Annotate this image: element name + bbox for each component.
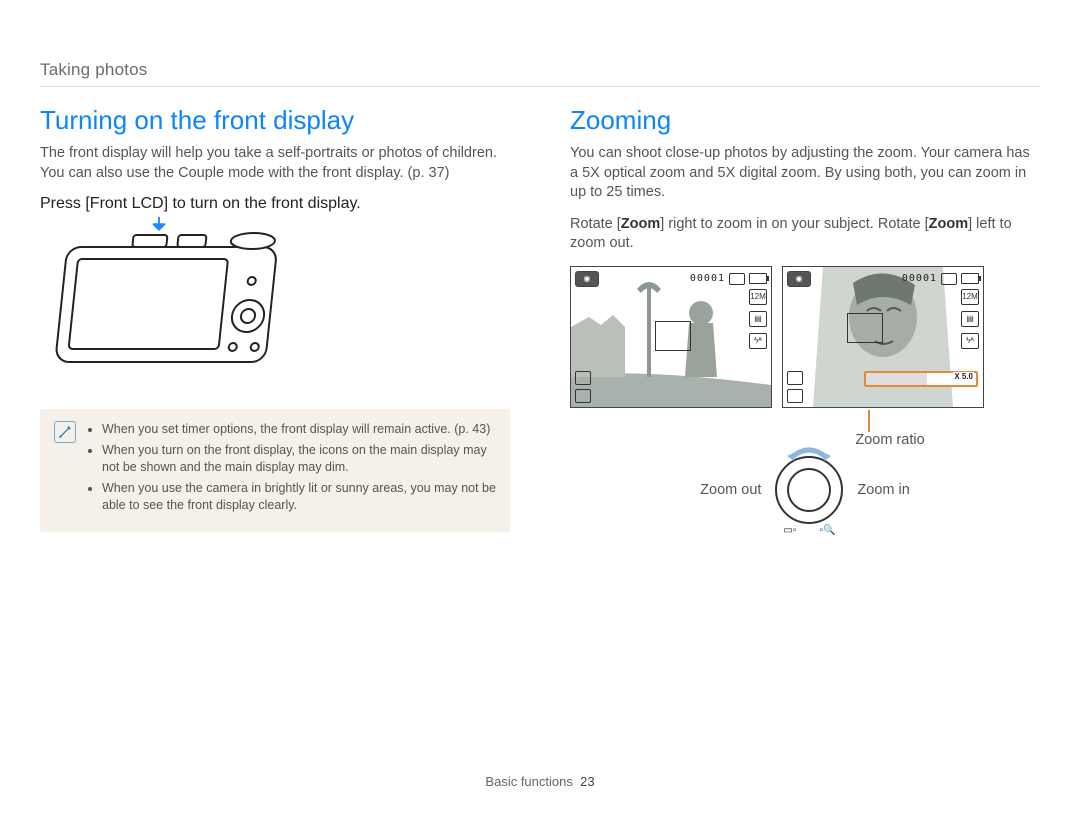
left-column: Turning on the front display The front d… — [40, 105, 510, 532]
zoom-dial-group: Zoom out ▭▫ ▫🔍 Zoom in — [570, 456, 1040, 524]
arrow-down-icon — [148, 215, 170, 237]
callout-line — [868, 410, 870, 432]
text: ] right to zoom in on your subject. Rota… — [660, 216, 928, 232]
note-item: When you turn on the front display, the … — [102, 442, 496, 476]
front-display-intro: The front display will help you take a s… — [40, 144, 510, 183]
breadcrumb: Taking photos — [40, 60, 1040, 87]
page-footer: Basic functions 23 — [0, 774, 1080, 789]
storage-icon — [729, 273, 745, 285]
footer-section: Basic functions — [485, 774, 572, 789]
stabilizer-icon — [787, 389, 803, 403]
lcd-topbar: ◉ 00001 — [783, 271, 983, 287]
zoom-bar: X 5.0 — [864, 371, 978, 387]
focus-box — [847, 313, 883, 343]
quality-icon: ▤ — [961, 311, 979, 327]
note-box: When you set timer options, the front di… — [40, 409, 510, 531]
lcd-topbar: ◉ 00001 — [571, 271, 771, 287]
quality-icon: ▤ — [749, 311, 767, 327]
face-detect-icon — [575, 371, 591, 385]
text: Rotate [ — [570, 216, 621, 232]
frame-counter: 00001 — [690, 273, 725, 284]
dial-arrows-icon — [785, 444, 833, 462]
lcd-bottom-icons — [787, 371, 803, 403]
camera-mode-icon: ◉ — [787, 271, 811, 287]
zoom-keyword: Zoom — [929, 216, 968, 232]
zoom-value-label: X 5.0 — [953, 372, 974, 381]
resolution-icon: 12M — [961, 289, 979, 305]
zoom-rotate-instruction: Rotate [Zoom] right to zoom in on your s… — [570, 215, 1040, 254]
zoom-keyword: Zoom — [621, 216, 660, 232]
note-icon — [54, 421, 76, 443]
zoom-in-label: Zoom in — [857, 482, 909, 498]
lcd-previews: ◉ 00001 12M ▤ ϟᴬ — [570, 266, 1040, 408]
camera-svg — [40, 221, 300, 391]
front-display-step: Press [Front LCD] to turn on the front d… — [40, 195, 510, 213]
lcd-preview-wide: ◉ 00001 12M ▤ ϟᴬ — [570, 266, 772, 408]
zoom-dial: ▭▫ ▫🔍 — [775, 456, 843, 524]
camera-illustration — [40, 221, 300, 391]
battery-icon — [961, 273, 979, 284]
lcd-bottom-icons — [575, 371, 591, 403]
face-detect-icon — [787, 371, 803, 385]
lcd-side-icons: 12M ▤ ϟᴬ — [749, 289, 767, 349]
note-item: When you use the camera in brightly lit … — [102, 480, 496, 514]
page-number: 23 — [580, 774, 594, 789]
page: Taking photos Turning on the front displ… — [0, 0, 1080, 815]
zoom-intro: You can shoot close-up photos by adjusti… — [570, 144, 1040, 203]
section-heading-front-display: Turning on the front display — [40, 105, 510, 136]
storage-icon — [941, 273, 957, 285]
zoom-bar-fill — [866, 373, 927, 385]
content-columns: Turning on the front display The front d… — [40, 105, 1040, 532]
zoom-out-label: Zoom out — [700, 482, 761, 498]
battery-icon — [749, 273, 767, 284]
flash-icon: ϟᴬ — [961, 333, 979, 349]
zoom-out-glyph-icon: ▭▫ — [783, 525, 796, 536]
note-item: When you set timer options, the front di… — [102, 421, 496, 438]
focus-box — [655, 321, 691, 351]
right-column: Zooming You can shoot close-up photos by… — [570, 105, 1040, 532]
flash-icon: ϟᴬ — [749, 333, 767, 349]
note-list: When you set timer options, the front di… — [88, 421, 496, 517]
stabilizer-icon — [575, 389, 591, 403]
section-heading-zooming: Zooming — [570, 105, 1040, 136]
zoom-in-glyph-icon: ▫🔍 — [819, 525, 835, 536]
lcd-preview-tele: ◉ 00001 12M ▤ ϟᴬ — [782, 266, 984, 408]
resolution-icon: 12M — [749, 289, 767, 305]
camera-mode-icon: ◉ — [575, 271, 599, 287]
lcd-side-icons: 12M ▤ ϟᴬ — [961, 289, 979, 349]
frame-counter: 00001 — [902, 273, 937, 284]
